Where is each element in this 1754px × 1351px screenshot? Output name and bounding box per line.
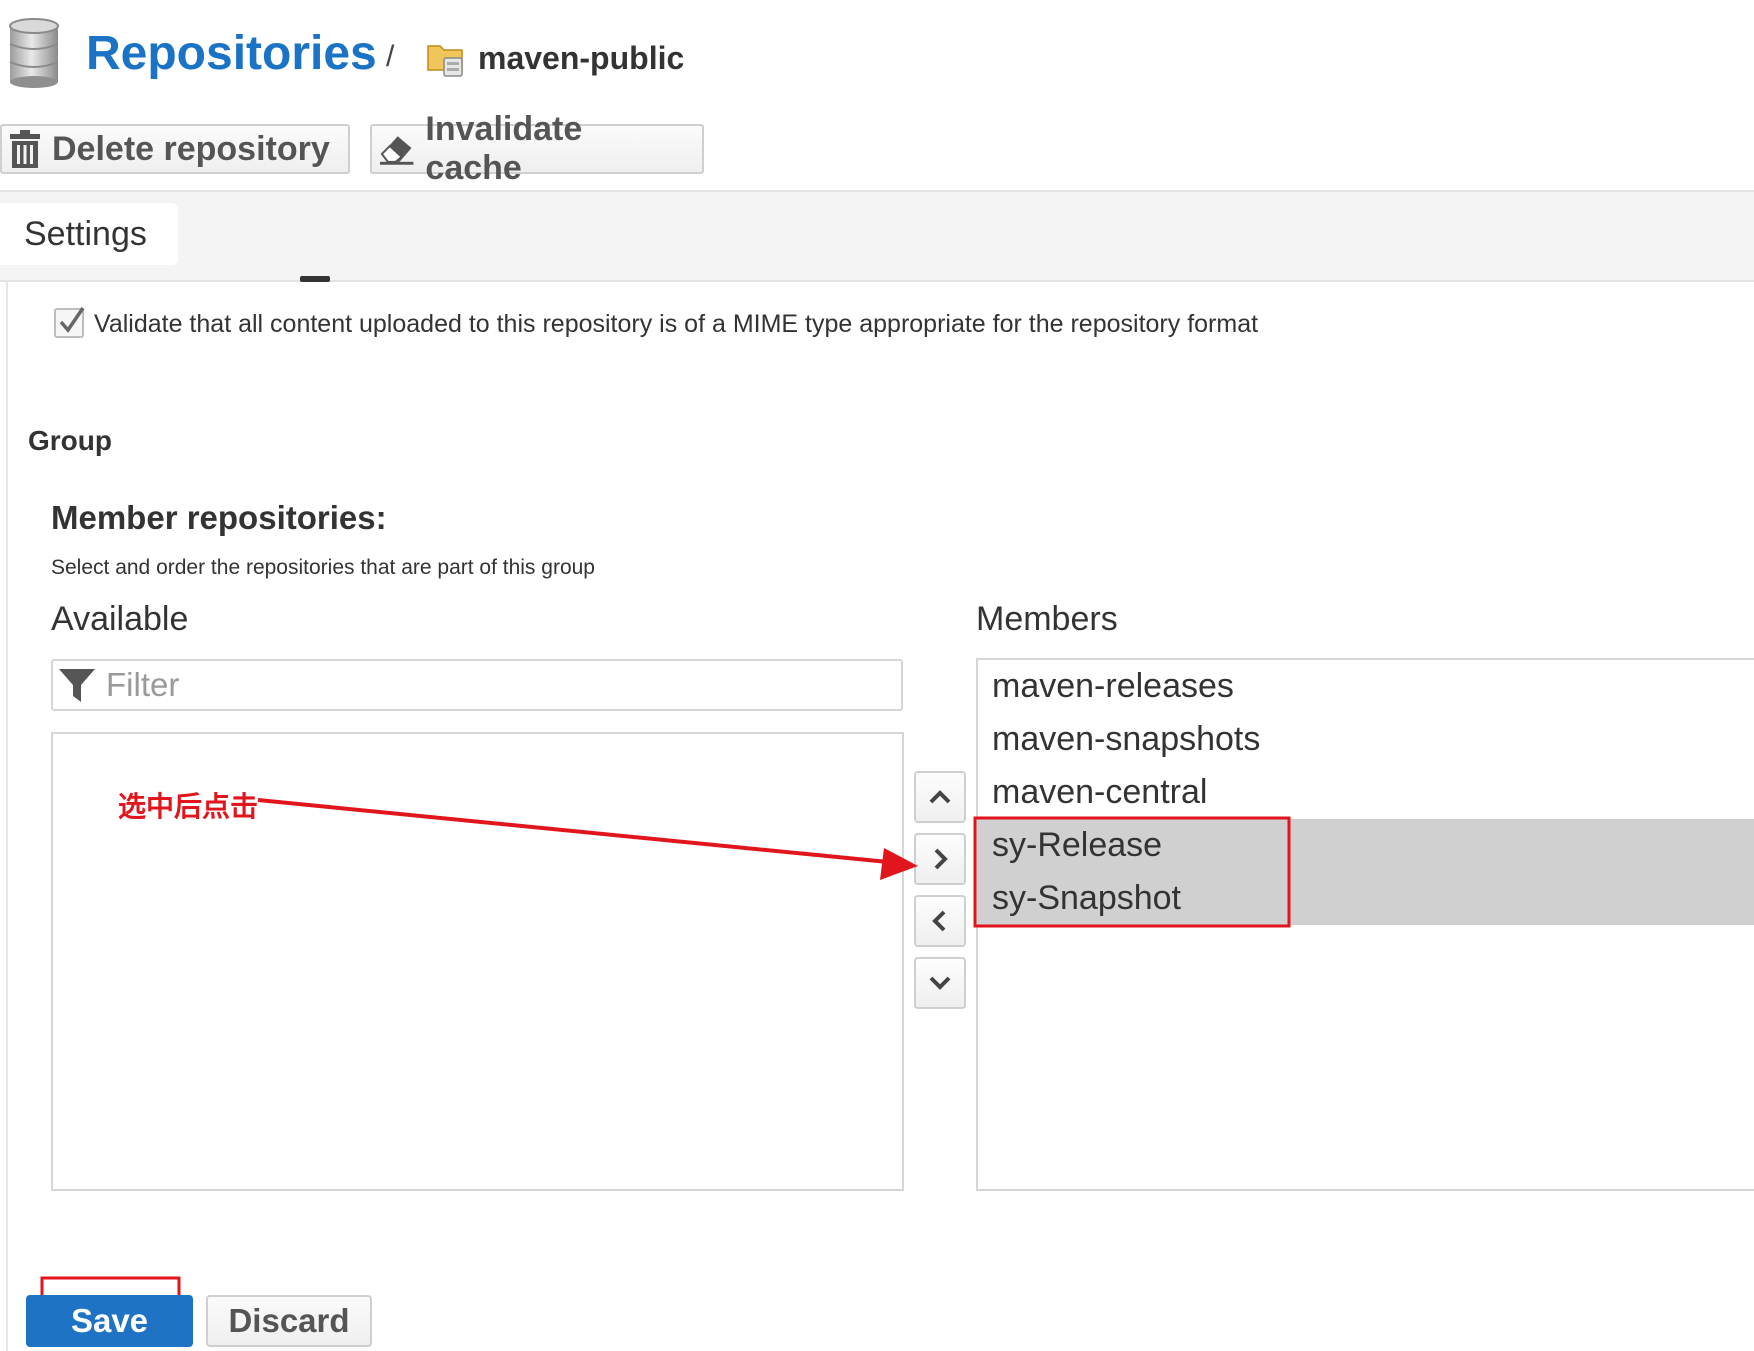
content-border <box>6 280 8 1351</box>
list-item-selected[interactable]: sy-Release <box>978 819 1754 872</box>
page-title[interactable]: Repositories <box>86 26 377 81</box>
move-down-button[interactable] <box>914 957 966 1009</box>
chevron-left-icon <box>932 910 946 932</box>
chevron-up-icon <box>929 790 951 804</box>
move-right-button[interactable] <box>914 833 966 885</box>
list-item[interactable]: maven-releases <box>978 660 1754 713</box>
move-left-button[interactable] <box>914 895 966 947</box>
list-item-selected[interactable]: sy-Snapshot <box>978 872 1754 925</box>
tab-settings[interactable]: Settings <box>0 203 178 265</box>
validate-mime-label: Validate that all content uploaded to th… <box>94 310 1259 338</box>
folder-icon <box>427 45 463 77</box>
breadcrumb-repository: maven-public <box>478 40 685 76</box>
available-label: Available <box>51 600 189 638</box>
annotation-text: 选中后点击 <box>118 790 259 823</box>
save-button[interactable]: Save <box>26 1295 193 1347</box>
filter-icon <box>59 669 95 702</box>
validate-mime-checkbox[interactable] <box>54 307 85 338</box>
clipped-section-heading <box>300 276 330 282</box>
trash-icon <box>10 130 40 168</box>
filter-input[interactable] <box>106 663 886 707</box>
member-repositories-description: Select and order the repositories that a… <box>51 556 595 579</box>
list-item[interactable]: maven-central <box>978 766 1754 819</box>
members-label: Members <box>976 600 1118 638</box>
move-up-button[interactable] <box>914 771 966 823</box>
database-icon <box>9 18 59 88</box>
breadcrumb-separator: / <box>386 40 395 73</box>
tab-bar <box>0 190 1754 282</box>
member-repositories-heading: Member repositories: <box>51 499 387 536</box>
delete-repository-button[interactable]: Delete repository <box>0 124 350 174</box>
group-heading: Group <box>28 425 112 456</box>
delete-repository-label: Delete repository <box>52 129 330 168</box>
invalidate-cache-label: Invalidate cache <box>425 110 583 187</box>
chevron-right-icon <box>934 848 948 870</box>
chevron-down-icon <box>929 976 951 990</box>
eraser-icon <box>379 136 414 165</box>
list-item[interactable]: maven-snapshots <box>978 713 1754 766</box>
discard-button[interactable]: Discard <box>206 1295 372 1347</box>
checkmark-icon <box>59 307 85 333</box>
invalidate-cache-button[interactable]: Invalidate cache <box>370 110 704 187</box>
